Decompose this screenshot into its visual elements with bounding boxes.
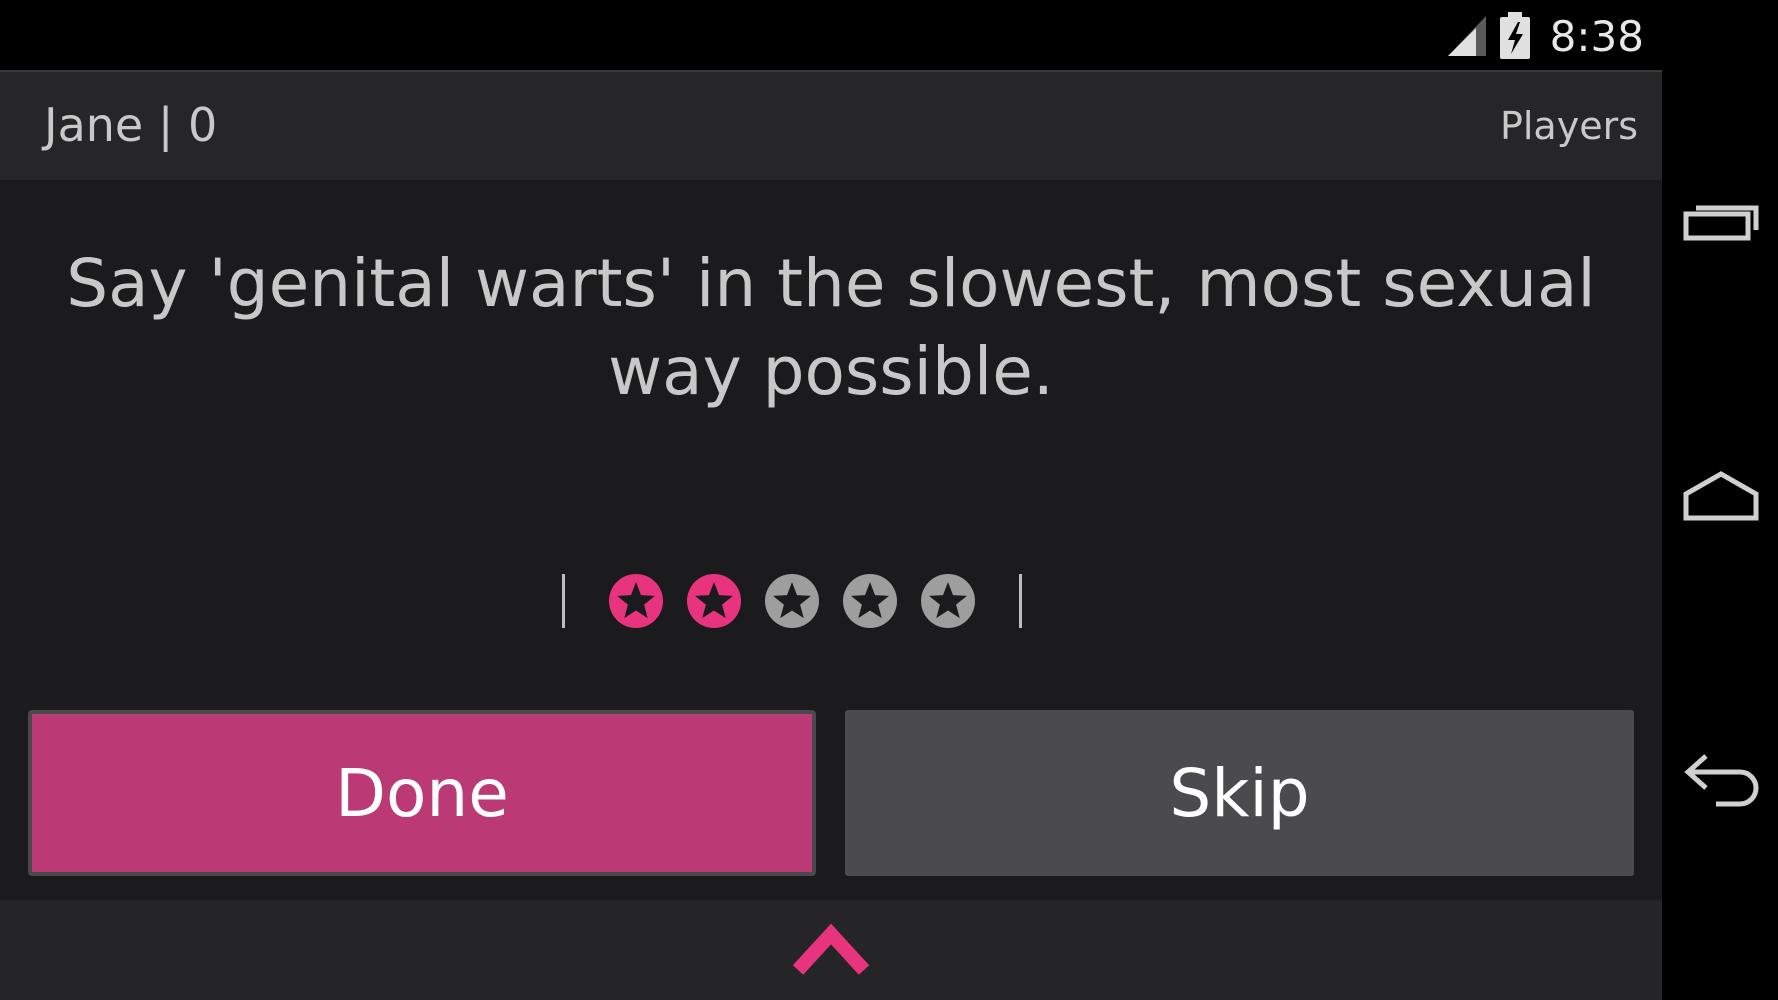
- star-empty-icon[interactable]: [841, 572, 899, 630]
- navigation-bar: [1662, 0, 1778, 1000]
- back-icon[interactable]: [1676, 742, 1766, 812]
- difficulty-rating: [562, 568, 1022, 634]
- players-button[interactable]: Players: [1500, 104, 1638, 148]
- star-empty-icon[interactable]: [763, 572, 821, 630]
- done-button[interactable]: Done: [28, 710, 816, 876]
- recent-apps-icon[interactable]: [1676, 190, 1766, 260]
- player-score: Jane | 0: [44, 98, 218, 152]
- bottom-bar: [0, 900, 1662, 1000]
- app-content: Jane | 0 Players Say 'genital warts' in …: [0, 70, 1662, 1000]
- chevron-up-icon[interactable]: [792, 922, 870, 978]
- status-icons: 8:38: [1446, 8, 1644, 64]
- status-time: 8:38: [1549, 11, 1644, 61]
- star-empty-icon[interactable]: [919, 572, 977, 630]
- skip-button[interactable]: Skip: [845, 710, 1634, 876]
- dare-prompt-text: Say 'genital warts' in the slowest, most…: [66, 245, 1596, 410]
- home-icon[interactable]: [1676, 464, 1766, 534]
- star-filled-icon[interactable]: [607, 572, 665, 630]
- device-screen: 8:38 Jane | 0 Players Say 'genital warts…: [0, 0, 1778, 1000]
- rating-left-divider: [562, 574, 565, 628]
- battery-charging-icon: [1499, 12, 1530, 59]
- rating-right-divider: [1019, 574, 1022, 628]
- signal-icon: [1447, 16, 1486, 56]
- star-filled-icon[interactable]: [685, 572, 743, 630]
- action-bar: Jane | 0 Players: [0, 70, 1662, 180]
- status-bar: 8:38: [0, 0, 1662, 70]
